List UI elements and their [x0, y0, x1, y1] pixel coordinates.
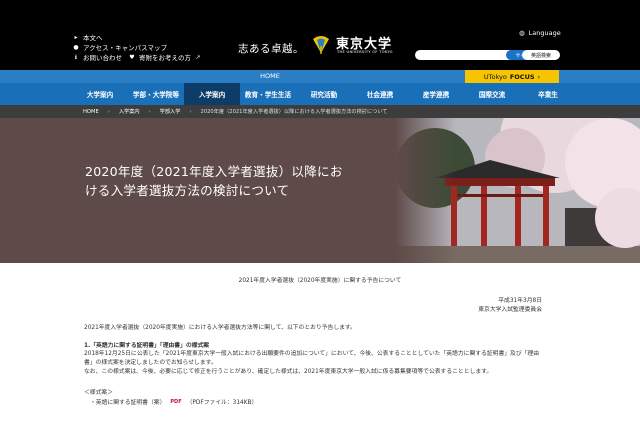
utility-links: ▸ 本文へ ● アクセス・キャンパスマップ ℹ お問い合わせ ♥ 寄附をお考えの…: [72, 33, 202, 63]
main-navigation: 大学案内 学部・大学院等 入学案内 教育・学生生活 研究活動 社会連携 産学連携…: [0, 83, 640, 105]
focus-label: FOCUS: [509, 73, 535, 81]
donate-icon: ♥: [129, 54, 135, 61]
ginkgo-logo-icon[interactable]: [310, 33, 332, 55]
notice-organization: 東京大学入試監理委員会: [478, 307, 542, 313]
breadcrumb-admissions[interactable]: 入学案内: [119, 108, 140, 115]
chevron-right-icon: ›: [537, 73, 541, 81]
section-paragraph: 2018年12月25日に公表した「2021年度東京大学一般入試における出願要件の…: [84, 350, 544, 377]
skip-to-content-label: 本文へ: [83, 34, 103, 42]
breadcrumb-separator: ›: [107, 108, 110, 115]
language-label: Language: [528, 29, 561, 37]
notice-date: 平成31年3月8日: [498, 298, 542, 304]
sample-item: ・英語に関する証明書（案） PDF （PDFファイル：314KB）: [90, 397, 258, 407]
breadcrumb-undergrad[interactable]: 学部入学: [160, 108, 181, 115]
breadcrumb-current: 2020年度（2021年度入学者選抜）以降における入学者選抜方法の検討について: [200, 109, 388, 115]
sample-heading: ＜様式案＞: [84, 390, 113, 396]
english-certificate-link[interactable]: ・英語に関する証明書（案）: [90, 397, 165, 406]
nav-item-social[interactable]: 社会連携: [352, 83, 408, 105]
breadcrumb-home[interactable]: HOME: [83, 109, 99, 115]
english-search-button[interactable]: 英語検索: [522, 50, 560, 60]
hero-banner: 2020年度（2021年度入学者選抜）以降における入学者選抜方法の検討について: [0, 118, 640, 263]
main-content: 2021年度入学者選抜（2020年度実施）に関する予告について 平成31年3月8…: [0, 263, 640, 426]
globe-icon: ◍: [519, 29, 525, 37]
search-input[interactable]: [415, 50, 506, 60]
intro-text: 2021年度入学者選抜（2020年度実施）における入学者選抜方法等に関して、以下…: [84, 325, 356, 331]
nav-item-research[interactable]: 研究活動: [296, 83, 352, 105]
nav-item-about[interactable]: 大学案内: [72, 83, 128, 105]
contact-link[interactable]: ℹ お問い合わせ: [72, 53, 122, 63]
location-pin-icon: ●: [73, 44, 79, 51]
breadcrumb-separator: ›: [189, 108, 192, 115]
section-heading: 1.「英語力に関する証明書」「理由書」の様式案: [84, 343, 210, 349]
nav-item-industry[interactable]: 産学連携: [408, 83, 464, 105]
tagline: 志ある卓越。: [238, 43, 304, 55]
arrow-right-icon: ▸: [74, 34, 78, 41]
access-map-link[interactable]: ● アクセス・キャンパスマップ: [72, 43, 202, 53]
info-icon: ℹ: [74, 54, 78, 61]
nav-item-alumni[interactable]: 卒業生: [520, 83, 576, 105]
nav-item-faculties[interactable]: 学部・大学院等: [128, 83, 184, 105]
site-header: ▸ 本文へ ● アクセス・キャンパスマップ ℹ お問い合わせ ♥ 寄附をお考えの…: [0, 0, 640, 70]
university-name-english: THE UNIVERSITY OF TOKYO: [337, 50, 393, 54]
paragraph-line: なお、この様式案は、今後、必要に応じて修正を行うことがあり、確定した様式は、20…: [84, 369, 493, 375]
focus-prefix: UTokyo: [483, 73, 507, 81]
paragraph-line: 2018年12月25日に公表した「2021年度東京大学一般入試における出願要件の…: [84, 351, 540, 357]
akamon-gate-photo: [395, 118, 640, 263]
skip-to-content-link[interactable]: ▸ 本文へ: [72, 33, 202, 43]
language-switch[interactable]: ◍ Language: [519, 29, 561, 37]
breadcrumb-separator: ›: [148, 108, 151, 115]
pdf-file-info: （PDFファイル：314KB）: [186, 400, 258, 406]
nav-item-admissions[interactable]: 入学案内: [184, 83, 240, 105]
contact-label: お問い合わせ: [83, 54, 122, 62]
pdf-icon: PDF: [170, 398, 182, 405]
nav-item-international[interactable]: 国際交流: [464, 83, 520, 105]
page-title: 2020年度（2021年度入学者選抜）以降における入学者選抜方法の検討について: [85, 164, 343, 198]
external-link-icon: ↗: [195, 54, 201, 61]
home-link[interactable]: HOME: [250, 72, 290, 80]
notice-title: 2021年度入学者選抜（2020年度実施）に関する予告について: [238, 278, 402, 284]
utokyo-focus-tab[interactable]: UTokyo FOCUS ›: [465, 70, 559, 84]
breadcrumb: HOME › 入学案内 › 学部入学 › 2020年度（2021年度入学者選抜）…: [0, 105, 640, 118]
donation-label: 寄附をお考えの方: [139, 54, 191, 62]
nav-item-education[interactable]: 教育・学生生活: [240, 83, 296, 105]
paragraph-line: 書」の様式案を決定しましたのでお知らせします。: [84, 360, 217, 366]
donation-link[interactable]: ♥ 寄附をお考えの方 ↗: [128, 53, 202, 63]
access-map-label: アクセス・キャンパスマップ: [83, 44, 167, 52]
